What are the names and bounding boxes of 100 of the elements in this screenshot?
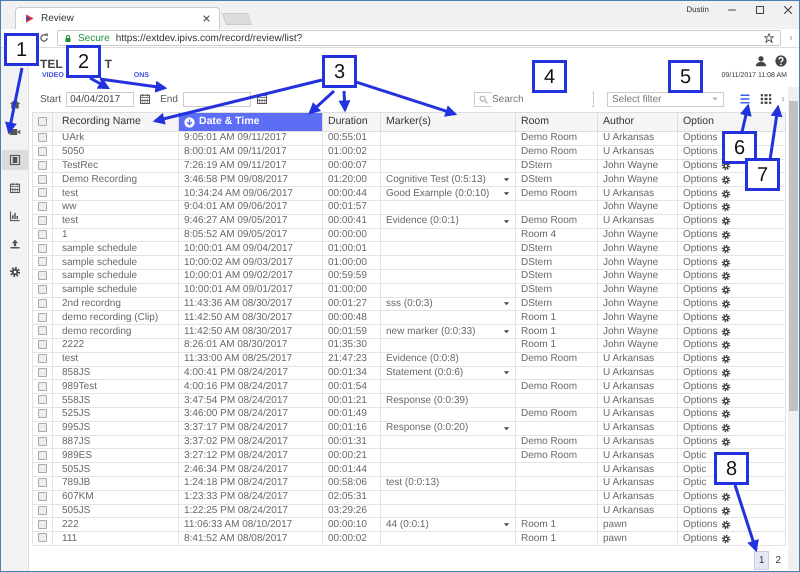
gear-icon[interactable] xyxy=(721,285,732,296)
checkbox[interactable] xyxy=(38,174,47,184)
caret-icon[interactable] xyxy=(503,521,510,528)
gear-icon[interactable] xyxy=(721,436,732,447)
checkbox[interactable] xyxy=(38,298,47,308)
end-date-field[interactable] xyxy=(182,92,251,106)
gear-icon[interactable] xyxy=(721,188,732,199)
address-bar[interactable]: Secure https://extdev.ipivs.com/record/review/list? xyxy=(57,30,781,46)
checkbox[interactable] xyxy=(38,244,47,253)
caret-icon[interactable] xyxy=(503,369,510,376)
sidebar-item[interactable] xyxy=(2,150,28,170)
search-field[interactable]: Search xyxy=(474,92,594,106)
gear-icon[interactable] xyxy=(721,244,732,254)
caret-icon[interactable] xyxy=(503,218,510,225)
checkbox[interactable] xyxy=(38,216,47,226)
gear-icon[interactable] xyxy=(721,298,732,309)
checkbox[interactable] xyxy=(38,340,47,350)
column-header[interactable]: Duration xyxy=(322,112,380,132)
options-link[interactable]: Optic xyxy=(683,464,706,476)
checkbox[interactable] xyxy=(38,395,47,404)
column-header[interactable]: Recording Name xyxy=(52,112,178,132)
gear-icon[interactable] xyxy=(721,423,732,434)
user-icon[interactable] xyxy=(755,55,767,68)
start-date-field[interactable]: 04/04/2017 xyxy=(66,92,134,106)
column-header[interactable]: Room xyxy=(516,112,598,132)
gear-icon[interactable] xyxy=(721,326,732,337)
caret-icon[interactable] xyxy=(503,190,510,198)
checkbox[interactable] xyxy=(38,382,47,391)
caret-icon[interactable] xyxy=(503,328,510,336)
calendar-icon[interactable] xyxy=(256,93,268,105)
scrollbar-thumb[interactable] xyxy=(789,101,798,411)
table-cell: pawn xyxy=(598,532,678,546)
gear-icon[interactable] xyxy=(721,174,732,185)
checkbox[interactable] xyxy=(38,492,47,501)
checkbox[interactable] xyxy=(38,147,47,156)
checkbox[interactable] xyxy=(38,533,47,542)
gear-icon[interactable] xyxy=(721,409,732,420)
gear-icon[interactable] xyxy=(721,258,732,268)
checkbox[interactable] xyxy=(38,464,47,474)
options-link[interactable]: Optic xyxy=(683,477,706,490)
gear-icon[interactable] xyxy=(721,506,732,516)
checkbox[interactable] xyxy=(38,188,47,198)
checkbox[interactable] xyxy=(38,520,47,529)
maximize-icon[interactable] xyxy=(755,5,765,15)
table-cell: 01:00:01 xyxy=(322,242,380,256)
checkbox[interactable] xyxy=(38,409,47,418)
gear-icon[interactable] xyxy=(721,382,732,392)
checkbox[interactable] xyxy=(38,160,47,170)
reload-icon[interactable] xyxy=(39,33,49,43)
column-header[interactable]: Option xyxy=(678,112,786,132)
column-header[interactable]: Marker(s) xyxy=(380,112,516,132)
scrollbar[interactable] xyxy=(788,87,799,570)
gear-icon[interactable] xyxy=(721,312,732,323)
callout-number: 2 xyxy=(66,45,101,78)
checkbox[interactable] xyxy=(38,285,47,294)
gear-icon[interactable] xyxy=(721,520,732,530)
page-button[interactable]: 1 xyxy=(754,550,770,570)
star-icon[interactable] xyxy=(764,33,774,43)
gear-icon[interactable] xyxy=(721,340,732,350)
table-cell: U Arkansas xyxy=(598,448,678,463)
gear-icon[interactable] xyxy=(721,216,732,226)
checkbox[interactable] xyxy=(38,202,47,212)
table-cell: Room 1 xyxy=(516,324,598,338)
caret-icon[interactable] xyxy=(503,176,510,184)
checkbox[interactable] xyxy=(38,478,47,488)
table-cell: 00:00:00 xyxy=(322,228,380,242)
gear-icon[interactable] xyxy=(721,202,732,212)
checkbox[interactable] xyxy=(38,326,47,336)
caret-icon[interactable] xyxy=(503,424,510,432)
table-cell: 1:22:25 PM 08/24/2017 xyxy=(178,504,322,518)
checkbox[interactable] xyxy=(38,354,47,363)
page-button[interactable]: 2 xyxy=(771,550,785,570)
options-link[interactable]: Optic xyxy=(683,450,706,462)
gear-icon[interactable] xyxy=(721,271,732,282)
logo-text: TEL xyxy=(40,58,63,70)
checkbox[interactable] xyxy=(38,257,47,266)
close-icon[interactable] xyxy=(783,5,793,15)
gear-icon[interactable] xyxy=(721,396,732,406)
help-icon[interactable] xyxy=(775,55,787,68)
checkbox[interactable] xyxy=(38,116,47,126)
gear-icon[interactable] xyxy=(721,534,732,544)
checkbox[interactable] xyxy=(38,230,47,239)
checkbox[interactable] xyxy=(38,368,47,377)
checkbox[interactable] xyxy=(38,312,47,322)
checkbox[interactable] xyxy=(38,506,47,515)
gear-icon[interactable] xyxy=(721,368,732,378)
checkbox[interactable] xyxy=(38,133,47,142)
gear-icon[interactable] xyxy=(721,492,732,502)
checkbox[interactable] xyxy=(38,436,47,446)
checkbox[interactable] xyxy=(38,422,47,432)
caret-icon[interactable] xyxy=(503,300,510,308)
checkbox[interactable] xyxy=(38,450,47,460)
grid-view-button[interactable] xyxy=(758,93,774,105)
column-header[interactable]: Date & Time xyxy=(178,112,322,132)
gear-icon[interactable] xyxy=(721,230,732,240)
gear-icon[interactable] xyxy=(721,354,732,364)
close-icon[interactable] xyxy=(202,14,211,23)
checkbox[interactable] xyxy=(38,271,47,280)
calendar-icon[interactable] xyxy=(139,93,152,105)
column-header[interactable]: Author xyxy=(598,112,678,132)
